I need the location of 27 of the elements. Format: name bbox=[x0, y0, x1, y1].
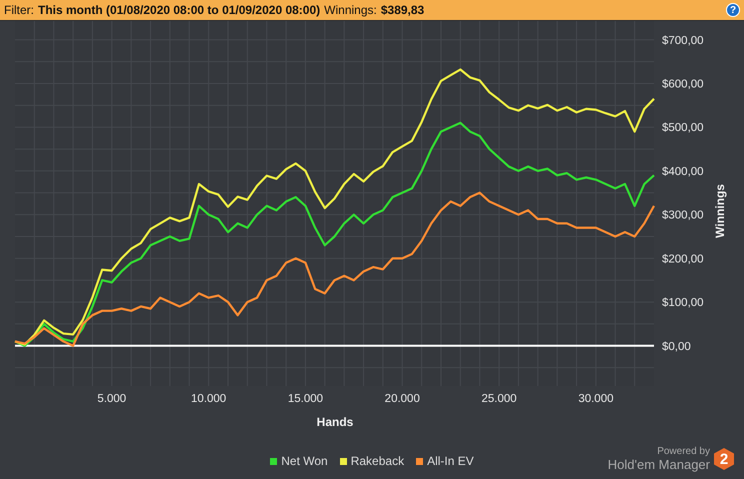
x-axis-title: Hands bbox=[316, 415, 354, 429]
x-tick-label: 15.000 bbox=[288, 393, 324, 405]
y-tick-label: $200,00 bbox=[662, 253, 704, 266]
legend-label: Net Won bbox=[281, 454, 328, 468]
filter-value: This month (01/08/2020 08:00 to 01/09/2020 08:00) bbox=[38, 3, 320, 17]
version-badge: 2 bbox=[714, 448, 734, 470]
x-tick-label: 30.000 bbox=[578, 393, 614, 405]
x-tick-label: 20.000 bbox=[384, 393, 420, 405]
y-tick-label: $600,00 bbox=[662, 78, 704, 90]
winnings-value: $389,83 bbox=[380, 3, 424, 17]
y-tick-label: $500,00 bbox=[662, 122, 704, 134]
y-tick-label: $100,00 bbox=[662, 297, 704, 310]
y-tick-label: $0,00 bbox=[662, 340, 691, 353]
y-tick-label: $700,00 bbox=[662, 34, 704, 47]
x-tick-label: 10.000 bbox=[191, 393, 226, 405]
filter-label: Filter: bbox=[4, 3, 34, 17]
y-tick-label: $300,00 bbox=[662, 210, 704, 222]
x-tick-label: 5.000 bbox=[97, 393, 126, 405]
powered-by-text: Powered by bbox=[657, 446, 710, 457]
legend-label: All-In EV bbox=[427, 454, 474, 468]
y-tick-label: $400,00 bbox=[662, 166, 704, 178]
x-tick-label: 25.000 bbox=[482, 393, 517, 405]
help-button[interactable]: ? bbox=[726, 3, 740, 17]
legend-label: Rakeback bbox=[350, 454, 404, 468]
product-name: Hold'em Manager bbox=[608, 457, 710, 472]
y-axis-title: Winnings bbox=[713, 184, 727, 238]
winnings-label: Winnings: bbox=[324, 3, 377, 17]
